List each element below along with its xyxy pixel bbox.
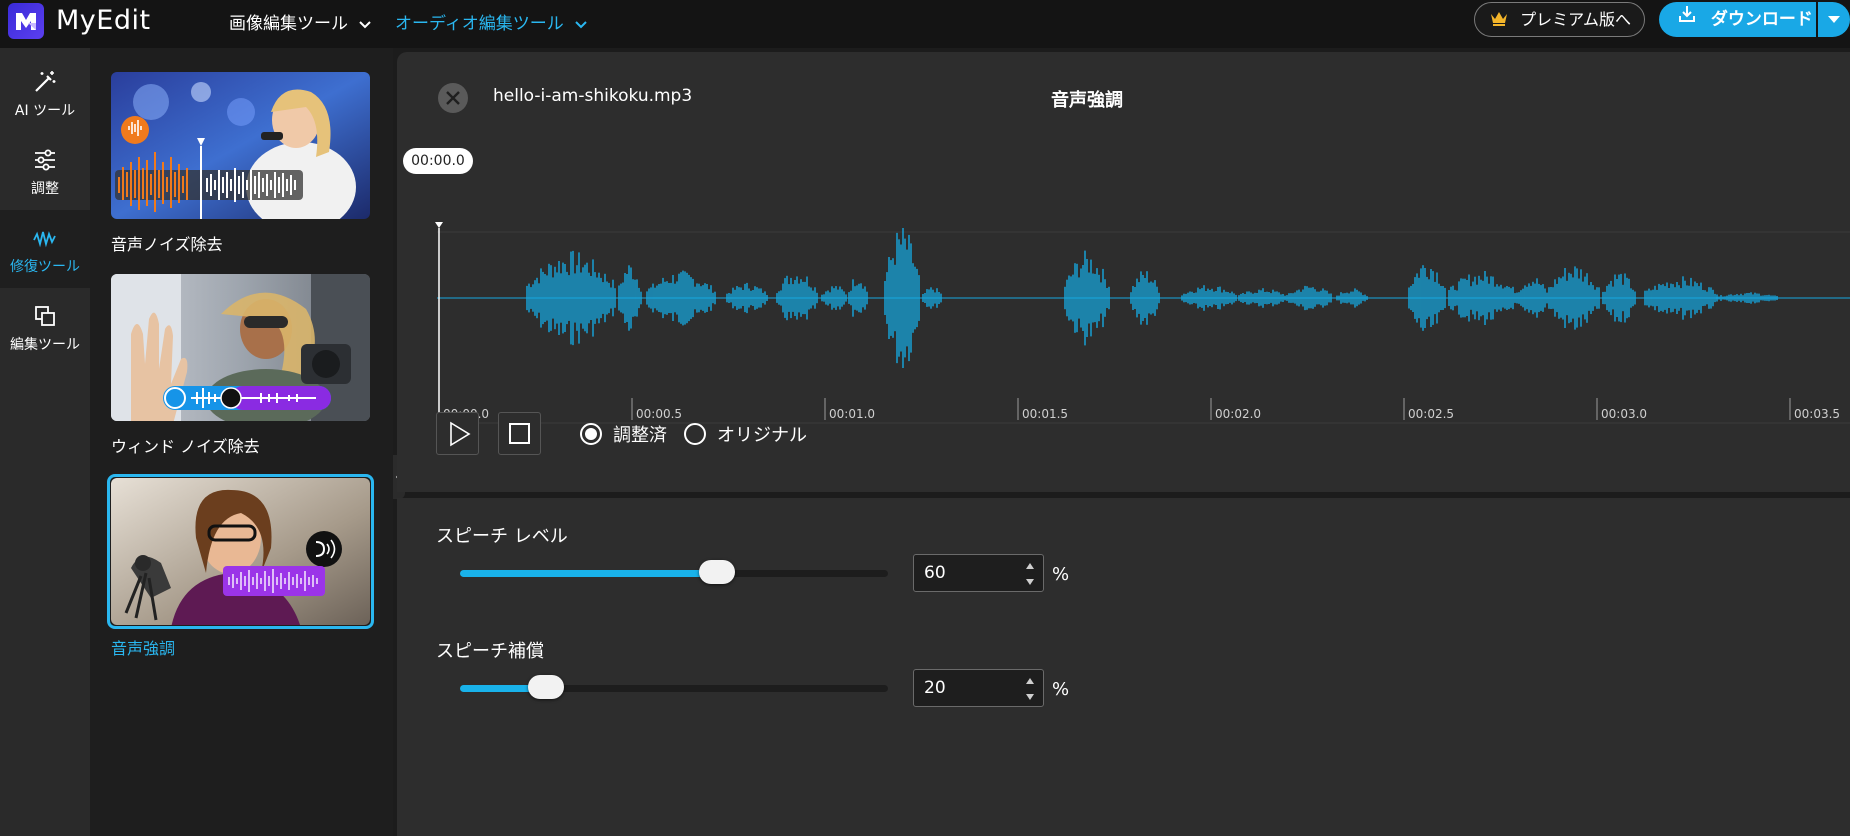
page-title: 音声強調 [1051,90,1123,111]
sidebar-item-repair-tools[interactable]: 修復ツール [0,210,90,288]
speech-level-label: スピーチ レベル [436,526,568,547]
timeline-tick-label: 00:01.0 [829,407,875,421]
speech-enhancement-thumbnail[interactable] [111,478,370,625]
speech-level-slider-thumb[interactable] [699,560,735,584]
sidebar-item-adjust[interactable]: 調整 [0,132,90,210]
nav-image-tools[interactable]: 画像編集ツール [229,9,372,34]
stop-icon [509,423,530,444]
play-button[interactable] [436,412,479,455]
sidebar-item-label: 修復ツール [10,259,80,275]
enhancement-settings-panel: スピーチ レベル 60 % スピーチ補償 20 % [397,498,1850,836]
speech-level-slider-fill [460,570,717,577]
audio-player-panel: hello-i-am-shikoku.mp3 音声強調 00:00.0 00:0… [397,52,1850,492]
decrement-arrow-icon[interactable] [1026,579,1034,585]
sidebar-item-label: 調整 [31,181,59,197]
app-logo[interactable]: MyEdit [4,0,164,48]
radio-original-label: オリジナル [717,425,807,446]
sidebar-item-label: 編集ツール [10,337,80,353]
app-name: MyEdit [56,5,151,36]
radio-circle [684,423,706,445]
chevron-down-icon [575,14,587,34]
increment-arrow-icon[interactable] [1026,563,1034,569]
file-name: hello-i-am-shikoku.mp3 [493,86,693,106]
stop-button[interactable] [498,412,541,455]
sidebar-item-edit-tools[interactable]: 編集ツール [0,288,90,366]
speech-level-value: 60 [924,563,946,583]
speech-compensation-unit: % [1052,679,1070,700]
magic-wand-icon [31,68,59,96]
timeline-tick-label: 00:03.5 [1794,407,1840,421]
close-icon [446,91,460,105]
sliders-icon [31,146,59,174]
playhead-handle [435,222,443,228]
radio-adjusted-label: 調整済 [613,425,667,446]
caret-down-icon [1828,16,1840,23]
timeline-tick-label: 00:03.0 [1601,407,1647,421]
noise-removal-thumbnail[interactable] [111,72,370,219]
premium-button-label: プレミアム版へ [1520,10,1631,29]
download-button[interactable]: ダウンロード [1659,2,1816,37]
speech-level-input[interactable]: 60 [913,554,1044,592]
tool-category-rail: AI ツール 調整 修復ツール 編集ツール [0,48,90,836]
speech-compensation-value: 20 [924,678,946,698]
waveform-repair-icon [31,224,59,252]
speech-compensation-input[interactable]: 20 [913,669,1044,707]
copy-layers-icon [31,302,59,330]
timeline-tick-label: 00:02.5 [1408,407,1454,421]
nav-audio-tools[interactable]: オーディオ編集ツール [395,9,587,34]
top-bar: MyEdit 画像編集ツール オーディオ編集ツール プレミアム版へ ダウンロード [0,0,1850,48]
wind-noise-removal-thumbnail[interactable] [111,274,370,421]
crown-icon [1489,4,1509,37]
nav-image-tools-label: 画像編集ツール [229,14,348,34]
sidebar-item-ai-tools[interactable]: AI ツール [0,54,90,132]
chevron-down-icon [359,14,372,34]
timeline-tick-label: 00:02.0 [1215,407,1261,421]
speech-compensation-label: スピーチ補償 [436,641,544,662]
nav-audio-tools-label: オーディオ編集ツール [395,14,564,34]
timeline-tick-label: 00:00.5 [636,407,682,421]
speech-compensation-slider-thumb[interactable] [528,675,564,699]
card-label-speech-enhancement[interactable]: 音声強調 [111,635,175,659]
sidebar-item-label: AI ツール [14,103,76,119]
repair-tools-panel: 音声ノイズ除去 ウィンド ノイズ除去 音声強調 [90,48,393,836]
download-options-dropdown[interactable] [1818,2,1850,37]
speech-level-slider[interactable] [460,560,888,584]
increment-arrow-icon[interactable] [1026,678,1034,684]
speech-level-unit: % [1052,564,1070,585]
timeline-ruler: 00:00.000:00.500:01.000:01.500:02.000:02… [438,398,1840,421]
speech-compensation-slider[interactable] [460,675,888,699]
premium-button[interactable]: プレミアム版へ [1474,2,1645,37]
download-icon [1677,2,1697,37]
play-icon [450,421,471,447]
close-file-button[interactable] [438,83,468,113]
card-label-wind-noise-removal[interactable]: ウィンド ノイズ除去 [111,433,260,457]
myedit-logo-icon [8,3,44,39]
decrement-arrow-icon[interactable] [1026,694,1034,700]
audio-waveform[interactable]: 00:00.000:00.500:01.000:01.500:02.000:02… [397,170,1850,430]
card-label-noise-removal[interactable]: 音声ノイズ除去 [111,231,223,255]
radio-selected-dot [585,428,597,440]
timeline-tick-label: 00:01.5 [1022,407,1068,421]
download-button-label: ダウンロード [1710,9,1813,30]
